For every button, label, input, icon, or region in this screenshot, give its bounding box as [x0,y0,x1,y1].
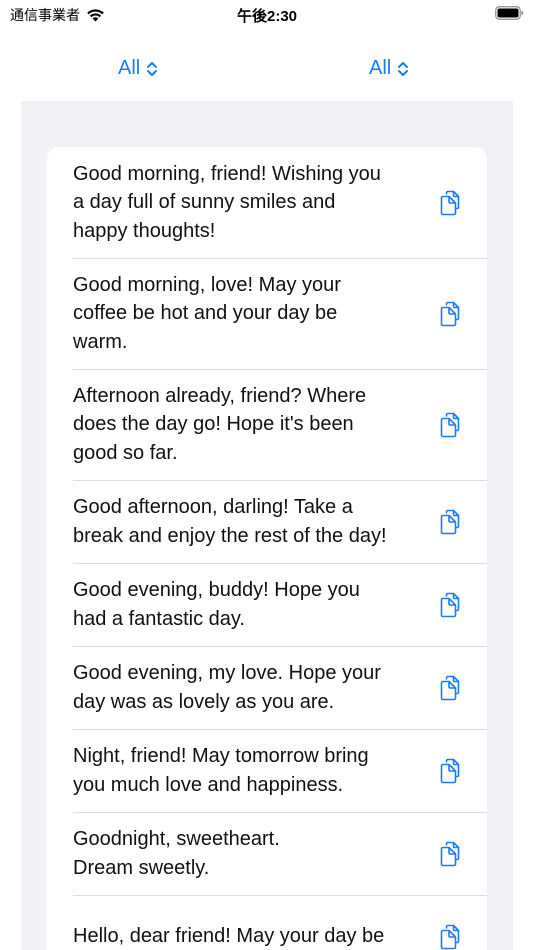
list-background: Good morning, friend! Wishing you a day … [21,101,513,950]
copy-icon [440,924,460,949]
message-text: Afternoon already, friend? Where does th… [73,384,367,464]
copy-icon [440,509,460,534]
filter-picker-left[interactable]: All [118,57,158,80]
filter-left-label: All [118,57,141,79]
message-text: Good evening, buddy! Hope you had a fant… [73,579,360,630]
message-row-2: Good morning, love! May your coffee be h… [47,258,487,369]
message-list: Good morning, friend! Wishing you a day … [47,147,487,950]
copy-button[interactable] [437,410,467,440]
message-text: Good morning, love! May your coffee be h… [73,273,341,353]
copy-button[interactable] [437,922,467,950]
chevron-updown-icon [398,61,409,76]
copy-button[interactable] [437,188,467,218]
message-text: Hello, dear friend! May your day be [73,925,385,948]
screen: 通信事業者 午後2:30 All All Good morning, frien… [0,0,534,950]
filter-picker-right[interactable]: All [369,57,409,80]
copy-icon [440,592,460,617]
message-row-6: Good evening, my love. Hope your day was… [47,646,487,729]
copy-icon [440,841,460,866]
message-row-1: Good morning, friend! Wishing you a day … [47,147,487,258]
filter-right-label: All [369,57,392,79]
message-text: Goodnight, sweetheart. Dream sweetly. [73,828,280,879]
copy-button[interactable] [437,507,467,537]
copy-button[interactable] [437,299,467,329]
copy-button[interactable] [437,590,467,620]
copy-button[interactable] [437,839,467,869]
message-row-5: Good evening, buddy! Hope you had a fant… [47,563,487,646]
message-row-4: Good afternoon, darling! Take a break an… [47,480,487,563]
message-text: Good evening, my love. Hope your day was… [73,662,381,713]
copy-icon [440,190,460,215]
message-row-9: Hello, dear friend! May your day be [47,895,487,950]
message-text: Good afternoon, darling! Take a break an… [73,496,387,547]
status-bar: 通信事業者 午後2:30 [0,0,534,30]
message-row-7: Night, friend! May tomorrow bring you mu… [47,729,487,812]
status-time: 午後2:30 [236,8,298,25]
copy-button[interactable] [437,673,467,703]
message-text: Good morning, friend! Wishing you a day … [73,162,381,242]
battery-icon [495,6,524,20]
copy-icon [440,758,460,783]
copy-icon [440,675,460,700]
message-text: Night, friend! May tomorrow bring you mu… [73,745,369,796]
copy-icon [440,301,460,326]
message-row-3: Afternoon already, friend? Where does th… [47,369,487,480]
chevron-updown-icon [147,61,158,76]
copy-icon [440,412,460,437]
message-row-8: Goodnight, sweetheart. Dream sweetly. [47,812,487,895]
copy-button[interactable] [437,756,467,786]
